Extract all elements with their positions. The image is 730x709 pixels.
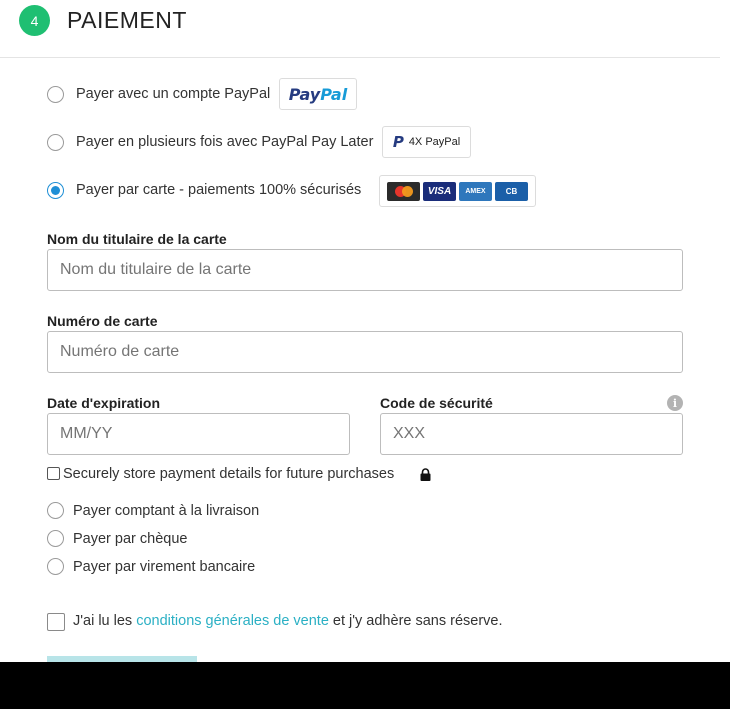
visa-logo: VISA — [423, 181, 456, 201]
info-icon[interactable]: i — [667, 395, 683, 411]
expiry-label: Date d'expiration — [47, 395, 161, 411]
option-label-paypal: Payer avec un compte PayPal — [76, 86, 271, 102]
terms-suffix: et j'y adhère sans réserve. — [328, 613, 503, 629]
mastercard-logo — [387, 181, 420, 201]
lock-icon — [420, 468, 431, 481]
paypal-logo-pal: Pal — [320, 84, 348, 104]
step-number-badge: 4 — [19, 5, 50, 36]
submit-order-button[interactable] — [47, 656, 197, 662]
card-holder-label: Nom du titulaire de la carte — [47, 231, 227, 247]
paypal-logo: Pay Pal — [279, 78, 357, 110]
radio-bank-transfer[interactable] — [47, 558, 64, 575]
radio-card[interactable] — [47, 182, 64, 199]
paypal-logo-pay: Pay — [288, 84, 321, 104]
terms-text: J'ai lu les conditions générales de vent… — [73, 613, 503, 629]
option-label-card: Payer par carte - paiements 100% sécuris… — [76, 182, 362, 198]
store-details-label: Securely store payment details for futur… — [63, 466, 395, 482]
radio-cash-on-delivery[interactable] — [47, 502, 64, 519]
card-number-input[interactable] — [47, 331, 683, 373]
option-label-cash-on-delivery: Payer comptant à la livraison — [73, 503, 260, 519]
section-title: PAIEMENT — [67, 7, 187, 33]
card-brands: VISA AMEX CB — [379, 175, 536, 207]
terms-link[interactable]: conditions générales de vente — [136, 613, 329, 629]
section-header: 4 PAIEMENT — [0, 0, 720, 58]
store-details-checkbox[interactable] — [47, 467, 60, 480]
option-label-paypal-pay-later: Payer en plusieurs fois avec PayPal Pay … — [76, 134, 374, 150]
card-holder-input[interactable] — [47, 249, 683, 291]
option-label-bank-transfer: Payer par virement bancaire — [73, 559, 256, 575]
radio-cheque[interactable] — [47, 530, 64, 547]
paypal-4x-text: 4X PayPal — [408, 136, 461, 148]
card-number-label: Numéro de carte — [47, 313, 158, 329]
terms-checkbox[interactable] — [47, 613, 65, 631]
expiry-input[interactable] — [47, 413, 350, 455]
option-label-cheque: Payer par chèque — [73, 531, 188, 547]
paypal-4x-logo: P 4X PayPal — [382, 126, 471, 158]
security-code-label: Code de sécurité — [380, 395, 493, 411]
paypal-p-icon: P — [392, 133, 404, 151]
payment-panel: 4 PAIEMENT Payer avec un compte PayPal P… — [0, 0, 730, 662]
amex-logo: AMEX — [459, 181, 492, 201]
radio-paypal[interactable] — [47, 86, 64, 103]
cb-logo: CB — [495, 181, 528, 201]
terms-prefix: J'ai lu les — [73, 613, 137, 629]
security-code-input[interactable] — [380, 413, 683, 455]
radio-paypal-pay-later[interactable] — [47, 134, 64, 151]
